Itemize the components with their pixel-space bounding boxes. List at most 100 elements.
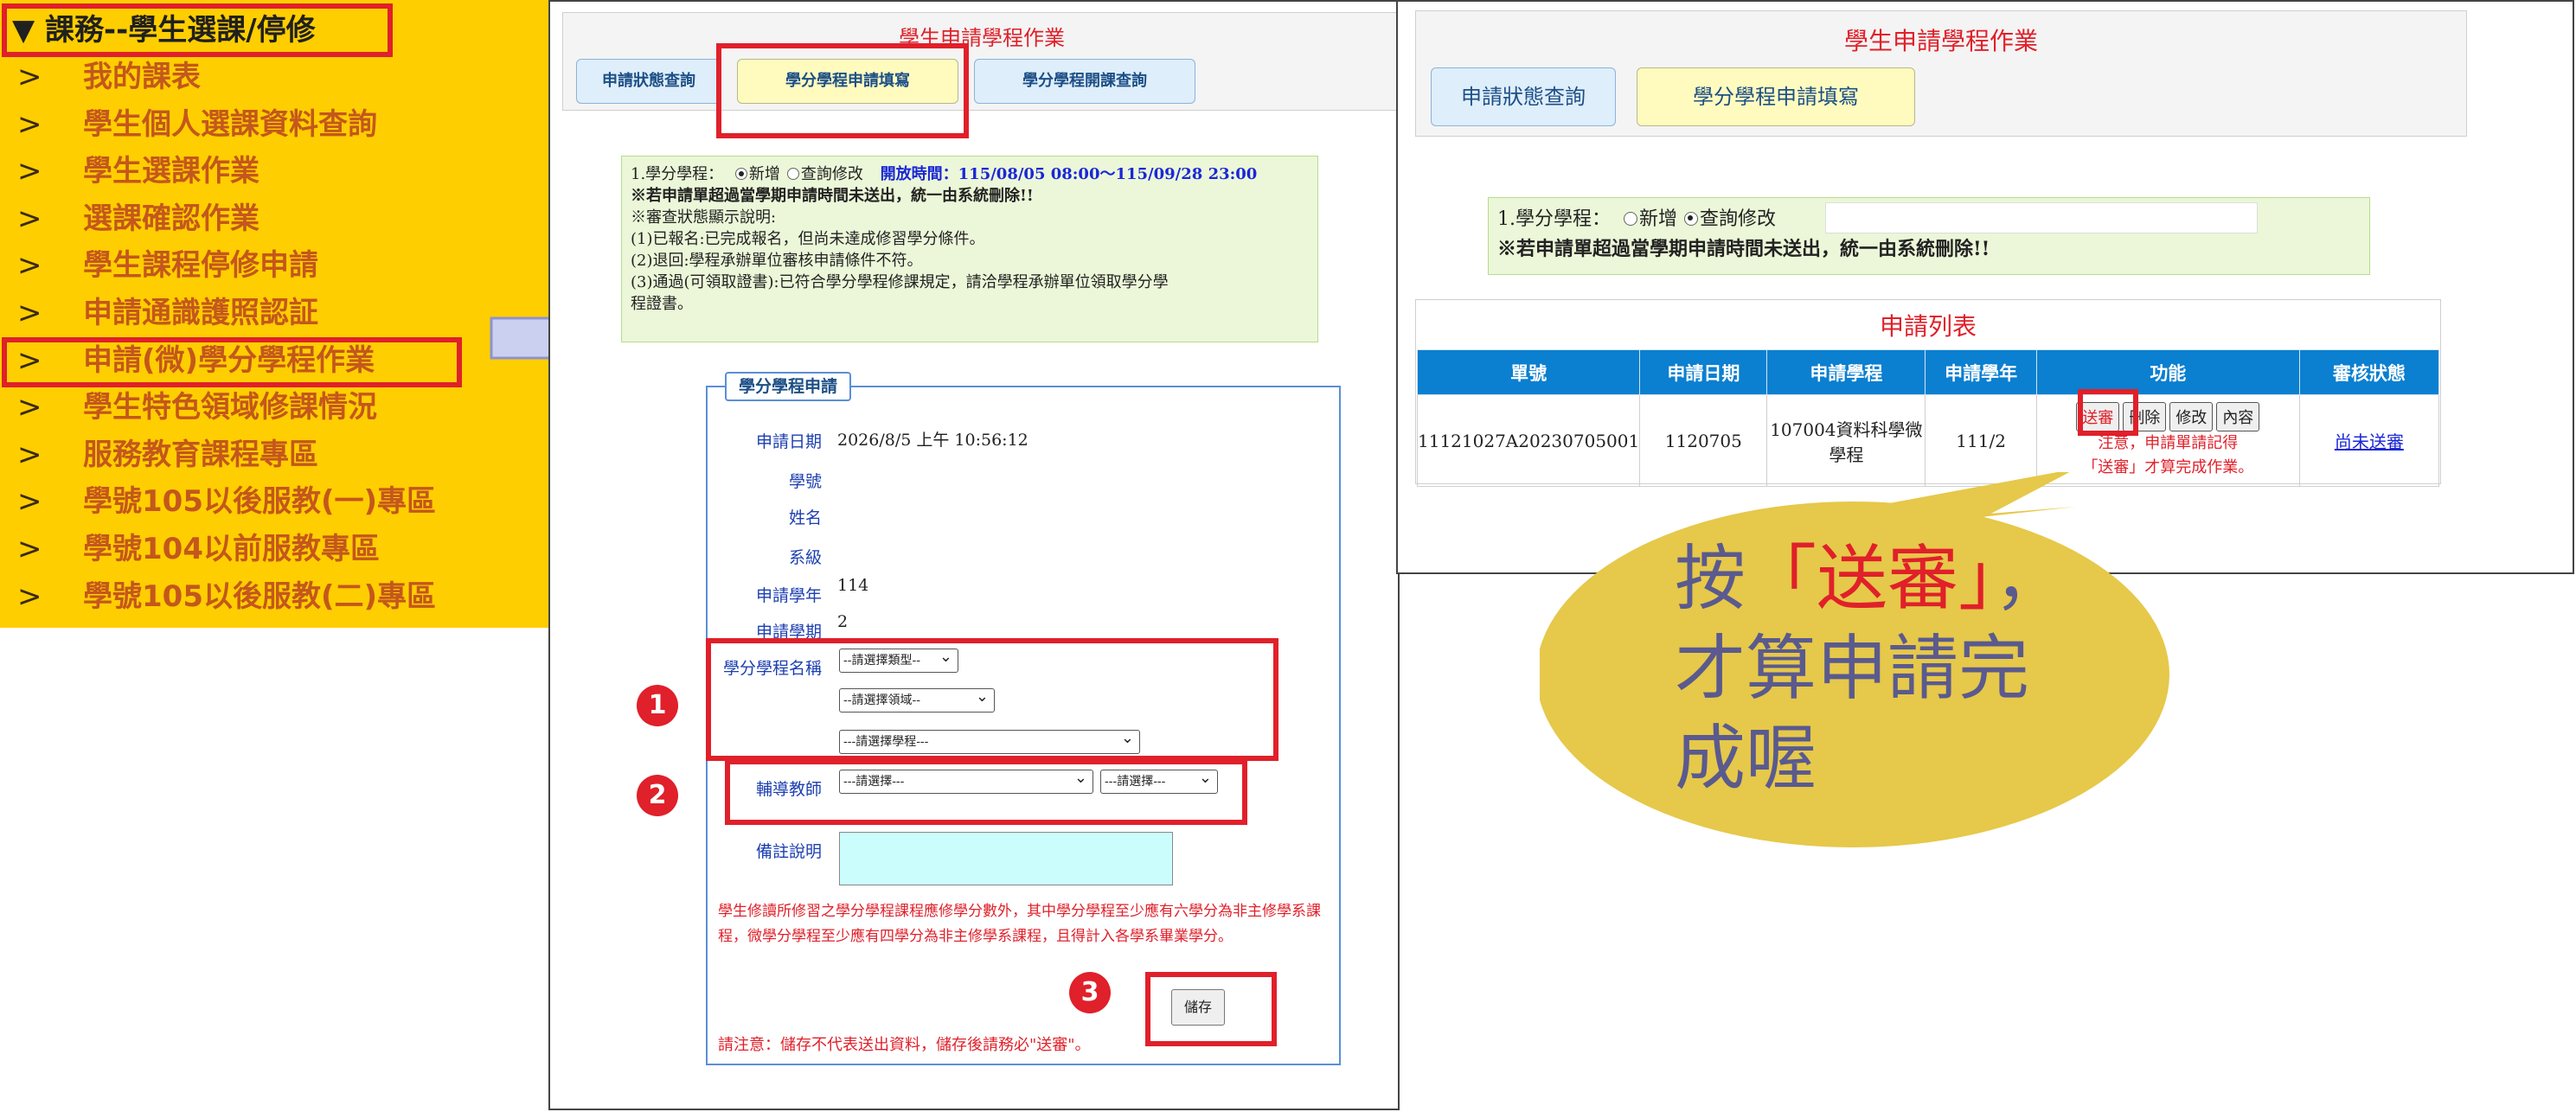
menu-item[interactable]: > 選課確認作業 (0, 195, 550, 242)
radio-new[interactable] (1624, 212, 1637, 226)
menu-item-label: 選課確認作業 (83, 201, 260, 236)
bubble-prefix: 按 (1675, 538, 1746, 620)
status-title: ※審查狀態顯示說明: (631, 208, 777, 227)
status-desc-3-cont: 程證書。 (631, 295, 693, 313)
menu-item-label: 學生課程停修申請 (83, 248, 318, 284)
col-header-program: 申請學程 (1766, 349, 1926, 395)
chevron-right-icon: > (17, 390, 42, 425)
chevron-right-icon: > (17, 60, 42, 94)
chevron-right-icon: > (17, 484, 42, 520)
menu-item[interactable]: > 學號104以前服教專區 (0, 526, 550, 572)
program-label: 1.學分學程： (1497, 208, 1611, 230)
menu-item[interactable]: > 學生選課作業 (0, 148, 550, 195)
status-desc-2: (2)退回:學程承辦單位審核申請條件不符。 (631, 252, 923, 270)
chevron-right-icon: > (17, 578, 42, 614)
program-label: 1.學分學程： (631, 165, 724, 183)
menu-item-label: 學生選課作業 (83, 154, 260, 189)
tab-program-courses[interactable]: 學分學程開課查詢 (974, 59, 1195, 104)
bubble-line3: 成喔 (1675, 718, 1817, 800)
menu-header[interactable]: ▼ 課務--學生選課/停修 (2, 3, 393, 57)
chevron-right-icon: > (17, 437, 42, 472)
menu-item-label: 我的課表 (83, 60, 201, 94)
apply-date-value: 2026/8/5 上午 10:56:12 (837, 431, 1028, 450)
chevron-right-icon: > (17, 248, 42, 284)
bubble-text: 按「送審」， 才算申請完 成喔 (1675, 534, 2107, 804)
radio-query[interactable] (1684, 212, 1699, 226)
content-button[interactable]: 內容 (2216, 401, 2260, 431)
menu-item-label: 服務教育課程專區 (83, 437, 318, 472)
tab-highlight-box (716, 43, 969, 138)
bubble-highlight: 「送審」 (1746, 538, 1995, 620)
warning-text: ※若申請單超過當學期申請時間未送出，統一由系統刪除!! (631, 187, 1034, 205)
step-badge-2: 2 (637, 775, 678, 816)
col-header-id: 單號 (1416, 349, 1641, 395)
chevron-right-icon: > (17, 532, 42, 566)
menu-item-label: 學號105以後服教(二)專區 (83, 578, 437, 614)
chevron-right-icon: > (17, 296, 42, 330)
save-highlight-box (1145, 972, 1277, 1046)
status-desc-1: (1)已報名:已完成報名，但尚未達成修習學分條件。 (631, 230, 985, 248)
menu-highlight-box (2, 337, 462, 387)
name-label: 姓名 (788, 508, 822, 527)
menu-item[interactable]: > 申請通識護照認証 (0, 290, 550, 336)
radio-new-label: 新增 (748, 165, 780, 183)
chevron-right-icon: > (17, 154, 42, 189)
menu-item-label: 申請通識護照認証 (83, 296, 318, 330)
warning-text: ※若申請單超過當學期申請時間未送出，統一由系統刪除!! (1497, 238, 1990, 260)
radio-query[interactable] (786, 168, 799, 180)
menu-item-label: 學號104以前服教專區 (83, 532, 380, 566)
tab-program-apply[interactable]: 學分學程申請填寫 (1637, 67, 1915, 126)
tab-status-query[interactable]: 申請狀態查詢 (576, 59, 721, 104)
info-box: 1.學分學程： 新增 查詢修改 開放時間：115/08/05 08:00～115/… (621, 156, 1318, 342)
tab-status-query[interactable]: 申請狀態查詢 (1431, 67, 1616, 126)
apply-date-label: 申請日期 (755, 432, 822, 451)
year-value: 114 (837, 576, 869, 595)
status-link[interactable]: 尚未送審 (2335, 431, 2404, 452)
col-header-status: 審核狀態 (2298, 349, 2440, 395)
menu-item[interactable]: > 我的課表 (0, 54, 550, 100)
credit-note: 學生修讀所修習之學分學程課程應修學分數外，其中學分學程至少應有六學分為非主修學系… (718, 903, 1321, 945)
status-desc-3: (3)通過(可領取證書):已符合學分學程修課規定，請洽學程承辦單位領取學分學 (631, 273, 1169, 291)
cell-status: 尚未送審 (2298, 394, 2440, 487)
col-header-function: 功能 (2035, 349, 2300, 395)
list-title: 申請列表 (1879, 312, 1977, 341)
menu-item[interactable]: > 學號105以後服教(一)專區 (0, 478, 550, 525)
menu-item[interactable]: > 學號105以後服教(二)專區 (0, 573, 550, 620)
save-note: 請注意：儲存不代表送出資料，儲存後請務必"送審"。 (718, 1036, 1091, 1054)
radio-query-label: 查詢修改 (800, 165, 863, 183)
year-label: 申請學年 (755, 586, 822, 605)
radio-new[interactable] (734, 168, 747, 180)
edit-button[interactable]: 修改 (2169, 401, 2214, 431)
radio-query-label: 查詢修改 (1700, 208, 1777, 230)
col-header-date: 申請日期 (1639, 349, 1768, 395)
bubble-line2: 才算申請完 (1675, 628, 2030, 710)
open-time: 開放時間：115/08/05 08:00～115/09/28 23:00 (880, 165, 1258, 183)
remark-textarea[interactable] (839, 832, 1173, 885)
query-field[interactable] (1825, 202, 2258, 233)
step-badge-1: 1 (637, 685, 678, 726)
remark-label: 備註說明 (755, 842, 822, 861)
fieldset-legend: 學分學程申請 (725, 372, 852, 401)
tutor-highlight-box (725, 759, 1247, 825)
page-title: 學生申請學程作業 (1843, 27, 2038, 55)
send-note-line1: 注意，申請單請記得 (2098, 433, 2239, 452)
step-badge-3: 3 (1069, 972, 1111, 1013)
page-title: 學生申請學程作業 (899, 26, 1065, 50)
chevron-right-icon: > (17, 201, 42, 236)
menu-item[interactable]: > 學生課程停修申請 (0, 242, 550, 289)
student-id-label: 學號 (788, 472, 822, 491)
menu-item-label: 學生特色領域修課情況 (83, 390, 377, 425)
menu-item[interactable]: > 學生個人選課資料查詢 (0, 101, 550, 148)
send-review-highlight-box (2078, 389, 2138, 436)
term-value: 2 (837, 612, 849, 631)
radio-new-label: 新增 (1639, 208, 1678, 230)
table-header-row: 單號 申請日期 申請學程 申請學年 功能 審核狀態 (1416, 349, 2440, 395)
bubble-suffix: ， (1994, 538, 2066, 620)
col-header-year: 申請學年 (1925, 349, 2037, 395)
program-name-highlight-box (706, 638, 1278, 761)
apply-table: 單號 申請日期 申請學程 申請學年 功能 審核狀態 11121027A20230… (1416, 349, 2440, 487)
menu-item-label: 學生個人選課資料查詢 (83, 106, 377, 142)
menu-item[interactable]: > 服務教育課程專區 (0, 431, 550, 478)
chevron-right-icon: > (17, 106, 42, 142)
menu-item[interactable]: > 學生特色領域修課情況 (0, 384, 550, 431)
